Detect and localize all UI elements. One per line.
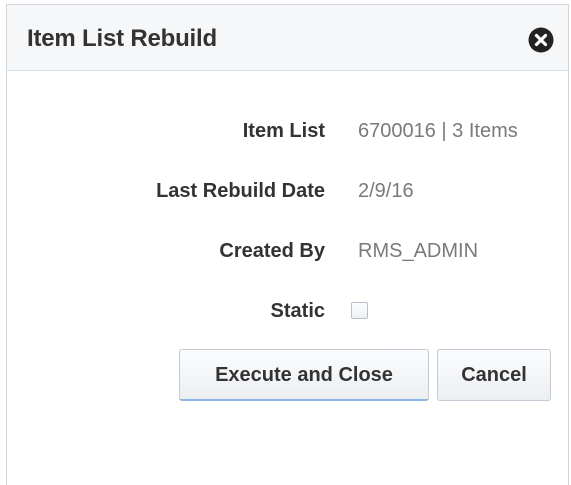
item-list-value: 6700016 | 3 Items <box>358 120 518 142</box>
item-list-rebuild-dialog: Item List Rebuild Item List 6700016 | 3 … <box>6 4 569 485</box>
cancel-button[interactable]: Cancel <box>437 349 551 401</box>
dialog-header: Item List Rebuild <box>7 5 568 71</box>
last-rebuild-date-value: 2/9/16 <box>358 180 414 202</box>
last-rebuild-date-label: Last Rebuild Date <box>156 180 325 202</box>
close-icon[interactable] <box>528 27 554 53</box>
static-checkbox[interactable] <box>351 302 368 319</box>
execute-and-close-button[interactable]: Execute and Close <box>179 349 429 401</box>
item-list-label: Item List <box>242 120 325 142</box>
created-by-label: Created By <box>219 240 325 262</box>
dialog-title: Item List Rebuild <box>27 25 217 52</box>
static-label: Static <box>270 300 325 322</box>
created-by-value: RMS_ADMIN <box>358 240 479 262</box>
